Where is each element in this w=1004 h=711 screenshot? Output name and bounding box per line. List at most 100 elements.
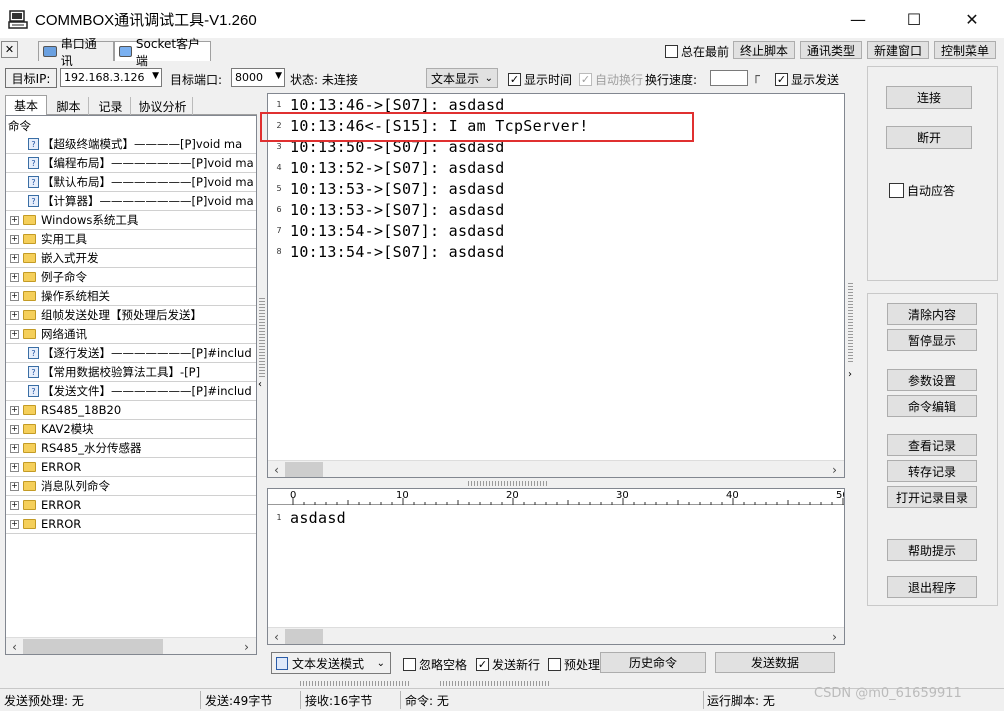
tree-folder[interactable]: + RS485_18B20 xyxy=(6,401,256,420)
tab-serial[interactable]: 串口通讯 xyxy=(38,37,114,68)
receive-area[interactable]: 1 10:13:46->[S07]: asdasd 2 10:13:46<-[S15]… xyxy=(267,93,845,478)
send-area[interactable]: 0 10 20 30 40 50 1 asdasd ‹ › xyxy=(267,488,845,645)
tree-folder[interactable]: + 组帧发送处理【预处理后发送】 xyxy=(6,306,256,325)
expand-icon[interactable]: + xyxy=(10,500,19,510)
tree-command[interactable]: ? 【常用数据校验算法工具】-[P] xyxy=(6,363,256,382)
show-send-checkbox[interactable]: ✓ 显示发送 xyxy=(775,71,839,88)
display-mode-select[interactable]: 文本显示 ⌄ xyxy=(426,68,498,88)
scroll-right-icon[interactable]: › xyxy=(826,628,843,644)
history-command-button[interactable]: 历史命令 xyxy=(600,652,706,673)
minimize-button[interactable]: — xyxy=(829,0,887,38)
send-data-button[interactable]: 发送数据 xyxy=(715,652,835,673)
pause-display-button[interactable]: 暂停显示 xyxy=(887,329,977,351)
always-on-top-checkbox[interactable]: 总在最前 xyxy=(665,43,729,60)
receive-text: 10:13:46->[S07]: asdasd xyxy=(290,95,505,114)
open-log-dir-button[interactable]: 打开记录目录 xyxy=(887,486,977,508)
tree-command[interactable]: ? 【超级终端模式】————[P]void ma xyxy=(6,135,256,154)
scroll-thumb[interactable] xyxy=(285,462,323,477)
tree-command[interactable]: ? 【计算器】————————[P]void ma xyxy=(6,192,256,211)
expand-icon[interactable]: + xyxy=(10,405,19,415)
send-hscrollbar[interactable]: ‹ › xyxy=(268,627,844,644)
tab-script[interactable]: 脚本 xyxy=(49,97,89,115)
control-menu-button[interactable]: 控制菜单 xyxy=(934,41,996,59)
tab-socket-client[interactable]: Socket客户端 xyxy=(114,37,211,68)
expand-icon[interactable]: + xyxy=(10,424,19,434)
scroll-left-icon[interactable]: ‹ xyxy=(268,628,285,644)
tab-record[interactable]: 记录 xyxy=(91,97,131,115)
tree-command[interactable]: ? 【发送文件】———————[P]#includ xyxy=(6,382,256,401)
help-button[interactable]: 帮助提示 xyxy=(887,539,977,561)
target-port-input[interactable]: 8000 ▼ xyxy=(231,68,285,87)
tree-folder[interactable]: + KAV2模块 xyxy=(6,420,256,439)
expand-icon[interactable]: + xyxy=(10,272,19,282)
expand-icon[interactable]: + xyxy=(10,310,19,320)
expand-icon[interactable]: + xyxy=(10,519,19,529)
spin-icon[interactable]: ┌ xyxy=(752,69,760,84)
tree-folder[interactable]: + 嵌入式开发 xyxy=(6,249,256,268)
collapse-right-icon[interactable]: › xyxy=(848,369,852,380)
tree-command[interactable]: ? 【逐行发送】———————[P]#includ xyxy=(6,344,256,363)
tree-command[interactable]: ? 【默认布局】———————[P]void ma xyxy=(6,173,256,192)
expand-icon[interactable]: + xyxy=(10,462,19,472)
scroll-left-icon[interactable]: ‹ xyxy=(268,461,285,477)
tree-folder[interactable]: + 网络通讯 xyxy=(6,325,256,344)
connect-button[interactable]: 连接 xyxy=(886,86,972,109)
parameter-settings-button[interactable]: 参数设置 xyxy=(887,369,977,391)
view-log-button[interactable]: 查看记录 xyxy=(887,434,977,456)
splitter-grip[interactable] xyxy=(440,681,550,686)
receive-hscrollbar[interactable]: ‹ › xyxy=(268,460,844,477)
scroll-thumb[interactable] xyxy=(23,639,163,654)
new-window-button[interactable]: 新建窗口 xyxy=(867,41,929,59)
tree-folder[interactable]: + ERROR xyxy=(6,515,256,534)
tree-hscrollbar[interactable]: ‹ › xyxy=(6,637,256,654)
stop-script-button[interactable]: 终止脚本 xyxy=(733,41,795,59)
splitter-grip[interactable] xyxy=(848,283,853,363)
expand-icon[interactable]: + xyxy=(10,291,19,301)
tab-basic[interactable]: 基本 xyxy=(5,95,47,115)
scroll-left-icon[interactable]: ‹ xyxy=(6,638,23,654)
collapse-left-icon[interactable]: ‹ xyxy=(258,379,262,390)
send-line[interactable]: 1 asdasd xyxy=(268,507,346,528)
tree-command[interactable]: ? 【编程布局】———————[P]void ma xyxy=(6,154,256,173)
splitter-grip[interactable] xyxy=(300,681,410,686)
splitter-grip[interactable] xyxy=(259,298,265,378)
tree-folder[interactable]: + 实用工具 xyxy=(6,230,256,249)
tree-folder[interactable]: + 操作系统相关 xyxy=(6,287,256,306)
splitter-grip[interactable] xyxy=(468,481,548,486)
tree-folder[interactable]: + Windows系统工具 xyxy=(6,211,256,230)
expand-icon[interactable]: + xyxy=(10,481,19,491)
scroll-thumb[interactable] xyxy=(285,629,323,644)
preprocess-checkbox[interactable]: 预处理 xyxy=(548,656,600,673)
send-newline-checkbox[interactable]: ✓ 发送新行 xyxy=(476,656,540,673)
scroll-right-icon[interactable]: › xyxy=(826,461,843,477)
maximize-button[interactable]: ☐ xyxy=(885,0,943,38)
disconnect-button[interactable]: 断开 xyxy=(886,126,972,149)
save-log-button[interactable]: 转存记录 xyxy=(887,460,977,482)
target-ip-input[interactable]: 192.168.3.126 ▼ xyxy=(60,68,162,87)
comm-type-button[interactable]: 通讯类型 xyxy=(800,41,862,59)
auto-reply-checkbox[interactable]: 自动应答 xyxy=(889,182,955,199)
tab-protocol-analysis[interactable]: 协议分析 xyxy=(133,97,193,115)
command-icon: ? xyxy=(28,138,39,150)
expand-icon[interactable]: + xyxy=(10,215,19,225)
expand-icon[interactable]: + xyxy=(10,253,19,263)
tree-root[interactable]: 命令 xyxy=(6,116,256,135)
tree-folder[interactable]: + ERROR xyxy=(6,496,256,515)
scroll-right-icon[interactable]: › xyxy=(238,638,255,654)
close-button[interactable]: ✕ xyxy=(943,0,1001,38)
close-tab-icon[interactable]: ✕ xyxy=(1,41,18,58)
wrap-speed-input[interactable] xyxy=(710,70,748,86)
expand-icon[interactable]: + xyxy=(10,234,19,244)
command-edit-button[interactable]: 命令编辑 xyxy=(887,395,977,417)
expand-icon[interactable]: + xyxy=(10,329,19,339)
expand-icon[interactable]: + xyxy=(10,443,19,453)
ignore-space-checkbox[interactable]: 忽略空格 xyxy=(403,656,467,673)
tree-folder[interactable]: + ERROR xyxy=(6,458,256,477)
send-mode-select[interactable]: 文本发送模式 ⌄ xyxy=(271,652,391,674)
tree-folder[interactable]: + 消息队列命令 xyxy=(6,477,256,496)
clear-content-button[interactable]: 清除内容 xyxy=(887,303,977,325)
show-time-checkbox[interactable]: ✓ 显示时间 xyxy=(508,71,572,88)
exit-button[interactable]: 退出程序 xyxy=(887,576,977,598)
tree-folder[interactable]: + 例子命令 xyxy=(6,268,256,287)
tree-folder[interactable]: + RS485_水分传感器 xyxy=(6,439,256,458)
